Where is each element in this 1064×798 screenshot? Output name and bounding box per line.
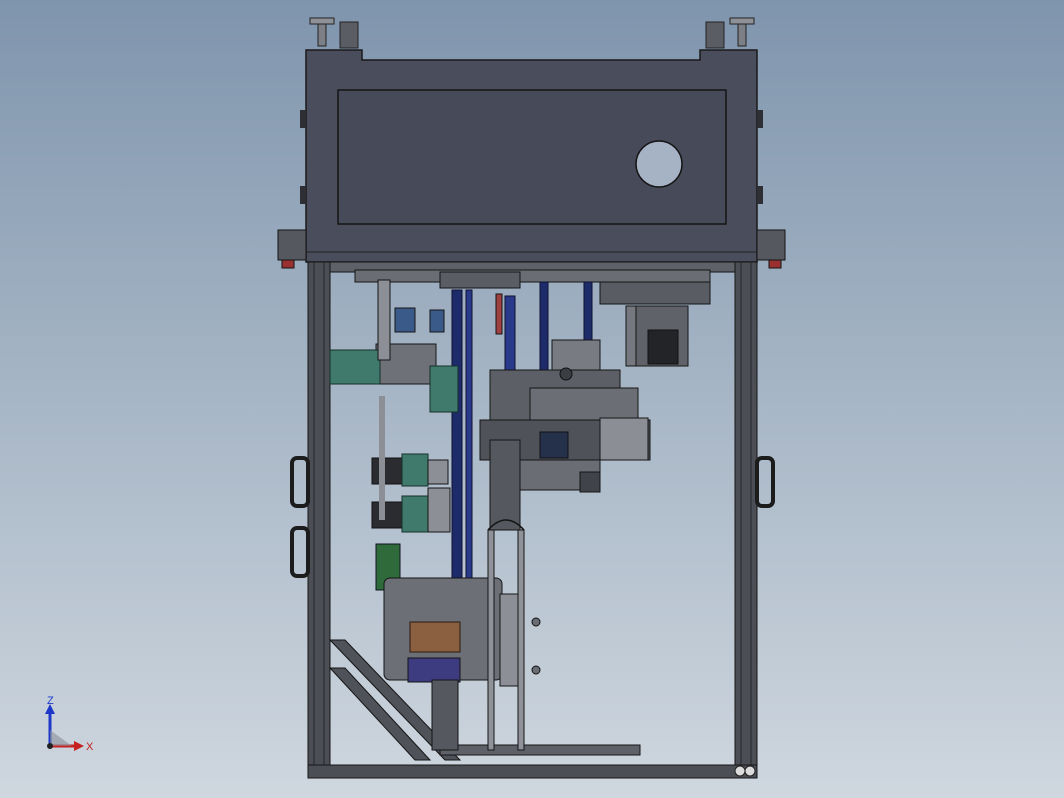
leveling-feet-top [309, 17, 755, 49]
triad-origin [47, 743, 53, 749]
drive-motor[interactable] [383, 577, 541, 751]
upper-cabinet[interactable] [305, 49, 758, 263]
right-motor-bracket[interactable] [625, 305, 689, 367]
left-actuators[interactable] [329, 279, 459, 591]
x-axis-arrow [74, 741, 84, 751]
coordinate-triad: Z X [36, 695, 106, 766]
x-axis-label: X [86, 741, 94, 753]
mechanism-top-plate[interactable] [354, 269, 711, 305]
z-axis-label: Z [47, 696, 54, 707]
cad-viewport[interactable]: Z X [0, 0, 1064, 798]
machine-model-front-view[interactable] [0, 0, 1064, 798]
triad-origin-wedge [50, 730, 72, 746]
